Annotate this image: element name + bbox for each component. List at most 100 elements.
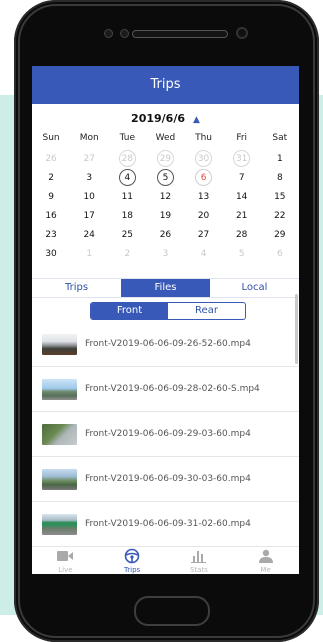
nav-item-label: Trips [124, 566, 141, 574]
camera-segment-control: Front Rear [90, 302, 246, 320]
calendar-day-number: 23 [45, 230, 57, 240]
steering-wheel-icon [122, 548, 142, 564]
calendar-day[interactable]: 29 [146, 150, 184, 169]
calendar-day[interactable]: 19 [146, 207, 184, 226]
calendar-date-label: 2019/6/6 [131, 112, 186, 125]
calendar-day[interactable]: 24 [70, 226, 108, 245]
list-item[interactable]: Front-V2019-06-06-09-31-02-60.mp4 [32, 502, 299, 546]
calendar-day[interactable]: 14 [223, 188, 261, 207]
calendar-day[interactable]: 5 [146, 169, 184, 188]
weekday-label: Thu [195, 133, 213, 143]
calendar-day-number: 8 [276, 173, 283, 183]
calendar-week-row: 30 1 2 3 4 5 6 [32, 245, 299, 264]
calendar-day[interactable]: 30 [32, 245, 70, 264]
calendar-day[interactable]: 1 [261, 150, 299, 169]
file-name: Front-V2019-06-06-09-29-03-60.mp4 [85, 429, 251, 439]
calendar-day-number: 5 [156, 169, 174, 186]
calendar-day[interactable]: 21 [223, 207, 261, 226]
calendar-day[interactable]: 26 [146, 226, 184, 245]
calendar-day[interactable]: 25 [108, 226, 146, 245]
video-thumbnail[interactable] [42, 468, 77, 490]
calendar-day[interactable]: 28 [223, 226, 261, 245]
calendar-day[interactable]: 28 [108, 150, 146, 169]
home-button[interactable] [134, 596, 210, 626]
calendar-day[interactable]: 29 [261, 226, 299, 245]
segment-front[interactable]: Front [91, 303, 168, 319]
calendar-day-number: 6 [195, 169, 213, 186]
nav-item-label: Live [58, 566, 73, 574]
calendar-day-number: 2 [124, 249, 131, 259]
calendar-day[interactable]: 27 [185, 226, 223, 245]
calendar-day-number: 26 [159, 230, 172, 240]
video-thumbnail[interactable] [42, 378, 77, 400]
calendar-day[interactable]: 10 [70, 188, 108, 207]
nav-item-stats[interactable]: Stats [166, 547, 233, 574]
calendar-day[interactable]: 18 [108, 207, 146, 226]
calendar-day[interactable]: 17 [70, 207, 108, 226]
calendar-day-number: 17 [83, 211, 95, 221]
calendar-day[interactable]: 20 [185, 207, 223, 226]
chevron-up-icon[interactable]: ▲ [193, 115, 200, 125]
calendar-day[interactable]: 11 [108, 188, 146, 207]
calendar-day[interactable]: 8 [261, 169, 299, 188]
calendar-day: 5 [223, 245, 261, 264]
calendar-day[interactable]: 4 [108, 169, 146, 188]
front-camera-icon [236, 27, 248, 39]
list-item[interactable]: Front-V2019-06-06-09-30-03-60.mp4 [32, 457, 299, 502]
calendar-day[interactable]: 22 [261, 207, 299, 226]
calendar-day-number: 22 [274, 211, 286, 221]
calendar-day-number: 10 [83, 192, 95, 202]
calendar-day[interactable]: 12 [146, 188, 184, 207]
calendar-day[interactable]: 31 [223, 150, 261, 169]
calendar-day-number: 6 [276, 249, 283, 259]
segment-rear[interactable]: Rear [168, 303, 245, 319]
nav-item-trips[interactable]: Trips [99, 547, 166, 574]
calendar-day[interactable]: 7 [223, 169, 261, 188]
page-title: Trips [150, 77, 181, 92]
weekday-label: Wed [155, 133, 176, 143]
calendar-day-number: 3 [86, 173, 93, 183]
video-thumbnail[interactable] [42, 423, 77, 445]
calendar-day-number: 28 [235, 230, 248, 240]
tab-local[interactable]: Local [210, 279, 299, 297]
bottom-navigation: Live Trips Stats Me [32, 546, 299, 574]
calendar-day[interactable]: 3 [70, 169, 108, 188]
calendar-day: 27 [70, 150, 108, 169]
calendar-day: 6 [261, 245, 299, 264]
calendar-day-number: 26 [45, 154, 57, 164]
sensor-icon [120, 29, 129, 38]
nav-item-label: Stats [189, 566, 208, 574]
list-item[interactable]: Front-V2019-06-06-09-28-02-60-S.mp4 [32, 367, 299, 412]
calendar-month-selector[interactable]: 2019/6/6 ▲ [32, 112, 299, 128]
bar-chart-icon [189, 548, 209, 564]
calendar-day-number: 24 [83, 230, 95, 240]
weekday-label: Sun [42, 133, 60, 143]
calendar-weekday-header: Sun Mon Tue Wed Thu Fri Sat [32, 133, 299, 147]
tab-trips[interactable]: Trips [32, 279, 121, 297]
calendar-day[interactable]: 6 [185, 169, 223, 188]
calendar-day-number: 11 [121, 192, 134, 202]
tab-files[interactable]: Files [121, 279, 210, 297]
nav-item-me[interactable]: Me [232, 547, 299, 574]
weekday-label: Mon [79, 133, 99, 143]
list-item[interactable]: Front-V2019-06-06-09-26-52-60.mp4 [32, 322, 299, 367]
calendar-day[interactable]: 16 [32, 207, 70, 226]
calendar-day-number: 16 [45, 211, 57, 221]
calendar-day[interactable]: 15 [261, 188, 299, 207]
video-thumbnail[interactable] [42, 513, 77, 535]
calendar-grid: 26 27 28 29 30 31 1 2 3 4 5 6 7 8 9 10 11 12 13 14 15 16 17 18 1… [32, 150, 299, 264]
calendar-day[interactable]: 2 [32, 169, 70, 188]
calendar-day[interactable]: 13 [185, 188, 223, 207]
nav-item-live[interactable]: Live [32, 547, 99, 574]
video-thumbnail[interactable] [42, 333, 77, 355]
list-item[interactable]: Front-V2019-06-06-09-29-03-60.mp4 [32, 412, 299, 457]
calendar-day-number: 21 [235, 211, 248, 221]
calendar-day: 26 [32, 150, 70, 169]
scrollbar[interactable] [295, 294, 298, 364]
calendar-day-number: 31 [233, 150, 251, 167]
calendar-day-number: 1 [86, 249, 93, 259]
calendar-day[interactable]: 9 [32, 188, 70, 207]
calendar-day-number: 1 [276, 154, 283, 164]
calendar-day[interactable]: 23 [32, 226, 70, 245]
calendar-day[interactable]: 30 [185, 150, 223, 169]
